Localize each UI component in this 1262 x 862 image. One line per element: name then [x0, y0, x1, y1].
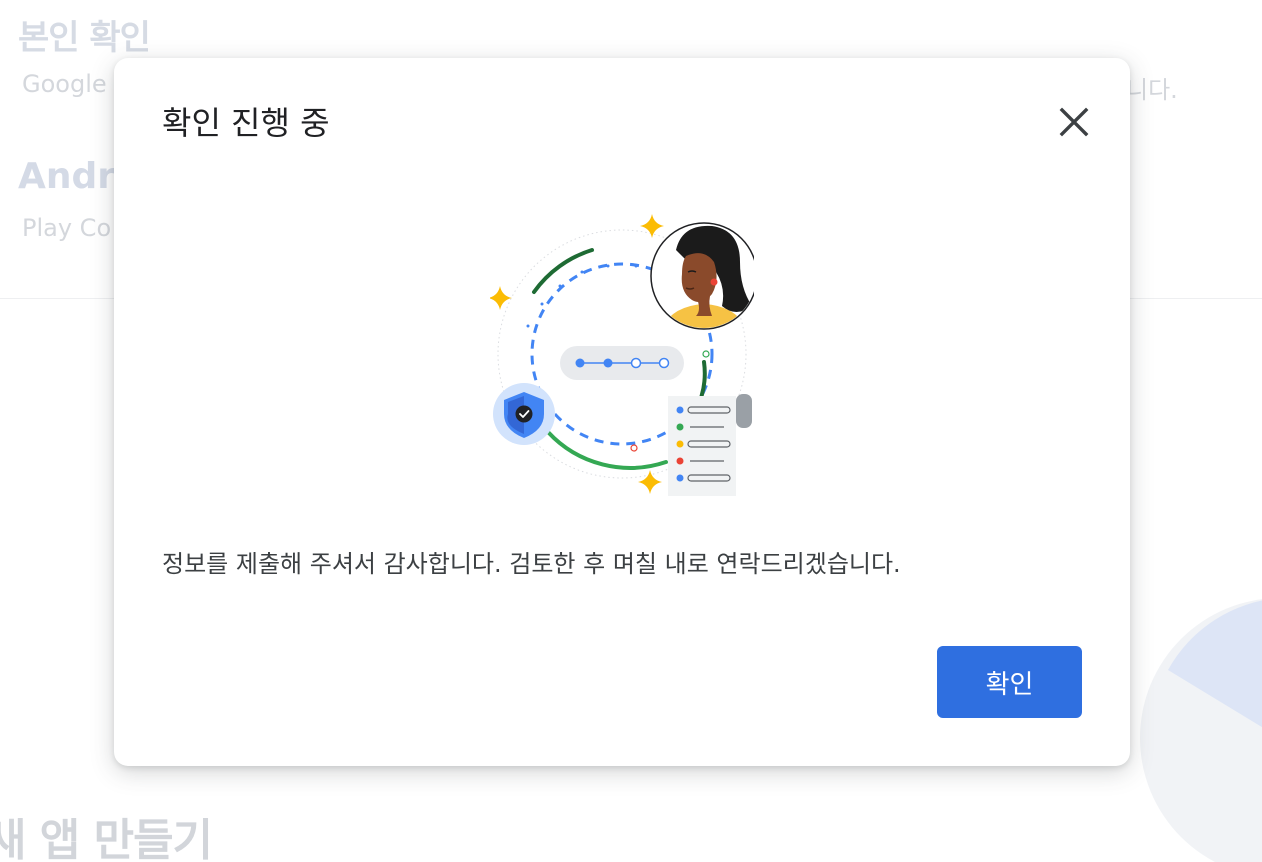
background-pie-decoration	[1140, 599, 1262, 862]
background-section-description: Google	[22, 70, 107, 98]
dialog-title: 확인 진행 중	[162, 104, 330, 142]
background-create-app-title: 새 앱 만들기	[0, 815, 213, 862]
verification-dialog: 확인 진행 중 정보를 제출해 주셔서 감사합니다. 검토한 후 며칠 내로 연…	[114, 58, 1130, 766]
page: 본인 확인 Google 니다. Andro Play Co 새 앱 만들기 확…	[0, 0, 1262, 862]
background-section-title: 본인 확인	[18, 18, 151, 58]
verification-illustration	[490, 214, 754, 496]
close-icon	[1059, 107, 1089, 137]
background-section-description-end: 니다.	[1126, 76, 1178, 104]
confirm-button[interactable]: 확인	[937, 646, 1082, 718]
dialog-message: 정보를 제출해 주셔서 감사합니다. 검토한 후 며칠 내로 연락드리겠습니다.	[162, 550, 901, 578]
background-android-description: Play Co	[22, 214, 112, 242]
close-button[interactable]	[1044, 92, 1104, 152]
